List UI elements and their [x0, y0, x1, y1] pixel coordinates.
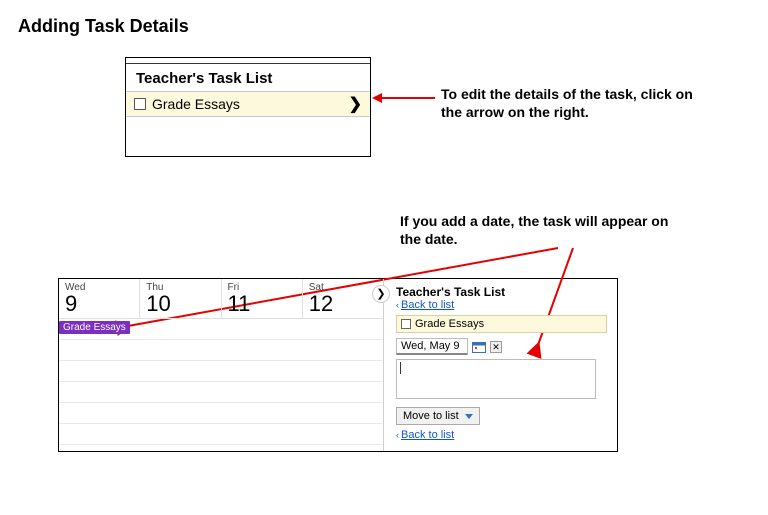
calendar-day[interactable]: Wed 9 — [59, 279, 140, 318]
task-detail-panel: ❯ Teacher's Task List ‹Back to list Grad… — [384, 279, 617, 451]
arrow-annotation-icon — [375, 97, 435, 99]
day-number: 12 — [309, 293, 377, 315]
tasklist-heading: Teacher's Task List — [126, 64, 370, 91]
calendar-day[interactable]: Thu 10 — [140, 279, 221, 318]
clear-date-button[interactable]: ✕ — [490, 341, 502, 353]
calendar-day[interactable]: Sat 12 — [303, 279, 383, 318]
task-notes-field[interactable] — [396, 359, 596, 399]
chevron-right-icon[interactable]: ❯ — [349, 94, 362, 114]
task-checkbox[interactable] — [134, 98, 146, 110]
task-row[interactable]: Grade Essays ❯ — [126, 91, 370, 117]
calendar-icon[interactable] — [472, 341, 486, 353]
caption-add-date: If you add a date, the task will appear … — [400, 212, 680, 248]
task-label: Grade Essays — [152, 96, 240, 112]
calendar-detail-screenshot: Wed 9 Thu 10 Fri 11 Sat 12 — [58, 278, 618, 452]
panel-task-row[interactable]: Grade Essays — [396, 315, 607, 333]
dropdown-triangle-icon — [465, 414, 473, 419]
panel-title: Teacher's Task List — [396, 285, 607, 299]
panel-task-label: Grade Essays — [415, 318, 484, 330]
move-to-list-label: Move to list — [403, 410, 459, 422]
back-to-list-link[interactable]: ‹Back to list — [396, 299, 607, 311]
collapse-panel-button[interactable]: ❯ — [372, 285, 390, 303]
day-number: 9 — [65, 293, 133, 315]
task-date-field[interactable]: Wed, May 9 — [396, 338, 468, 355]
calendar-day[interactable]: Fri 11 — [222, 279, 303, 318]
day-number: 10 — [146, 293, 214, 315]
calendar-event[interactable]: Grade Essays — [59, 321, 130, 334]
caption-edit-details: To edit the details of the task, click o… — [441, 85, 711, 121]
page-title: Adding Task Details — [18, 16, 758, 37]
tasklist-screenshot: Teacher's Task List Grade Essays ❯ — [125, 57, 371, 157]
day-number: 11 — [228, 293, 296, 315]
calendar-grid: Wed 9 Thu 10 Fri 11 Sat 12 — [59, 279, 384, 451]
back-to-list-link[interactable]: ‹Back to list — [396, 429, 607, 441]
panel-task-checkbox[interactable] — [401, 319, 411, 329]
move-to-list-button[interactable]: Move to list — [396, 407, 480, 425]
